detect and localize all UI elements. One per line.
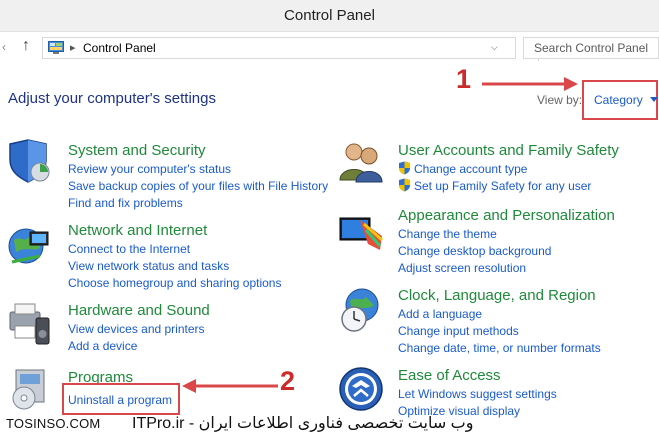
link-date-time-formats[interactable]: Change date, time, or number formats [398,341,601,355]
link-change-theme[interactable]: Change the theme [398,227,497,241]
annotation-number-2: 2 [280,366,296,396]
breadcrumb-separator-icon: ▸ [70,42,76,54]
link-screen-resolution[interactable]: Adjust screen resolution [398,261,526,275]
user-accounts-icon [339,143,383,183]
back-arrow-icon[interactable]: ‹ [2,40,6,54]
address-row: ‹ ↑ ▸ Control Panel ⌵ ↻ [0,33,659,63]
watermark-right: وب سایت تخصصی فناوری اطلاعات ایران - ITP… [132,415,474,432]
link-devices-printers[interactable]: View devices and printers [68,322,205,336]
view-by-label: View by: [537,93,583,107]
page-title: Adjust your computer's settings [8,90,216,107]
link-change-account-type[interactable]: Change account type [414,162,527,176]
up-arrow-icon[interactable]: ↑ [22,37,30,55]
view-by-highlight: Category [582,80,658,120]
annotation-number-1: 1 [456,64,472,94]
category-title-ease-of-access[interactable]: Ease of Access [398,367,501,384]
uac-shield-icon [399,161,410,175]
printer-speaker-icon [9,303,50,345]
link-review-status[interactable]: Review your computer's status [68,162,231,176]
annotation-arrow-2-icon [182,379,278,393]
watermark: TOSINSO.COM وب سایت تخصصی فناوری اطلاعات… [0,412,659,444]
chevron-down-icon[interactable]: ⌵ [491,42,498,53]
link-desktop-background[interactable]: Change desktop background [398,244,551,258]
category-title-user-accounts[interactable]: User Accounts and Family Safety [398,142,619,159]
network-globe-icon [8,228,49,264]
link-find-fix-problems[interactable]: Find and fix problems [68,196,183,210]
link-add-language[interactable]: Add a language [398,307,482,321]
link-homegroup-sharing[interactable]: Choose homegroup and sharing options [68,276,281,290]
address-bar[interactable]: ▸ Control Panel ⌵ ↻ [42,37,555,61]
view-by-dropdown[interactable]: Category [594,93,643,107]
annotation-arrow-1-icon [482,77,578,91]
security-shield-icon [9,139,50,183]
link-add-device[interactable]: Add a device [68,339,137,353]
watermark-left: TOSINSO.COM [6,416,101,431]
link-family-safety[interactable]: Set up Family Safety for any user [414,179,591,193]
category-title-hardware-sound[interactable]: Hardware and Sound [68,302,210,319]
category-title-system-security[interactable]: System and Security [68,142,206,159]
breadcrumb-control-panel[interactable]: Control Panel [83,41,156,55]
link-windows-suggest-settings[interactable]: Let Windows suggest settings [398,387,557,401]
programs-disc-icon [12,369,45,410]
category-title-appearance[interactable]: Appearance and Personalization [398,207,615,224]
uac-shield-icon [399,178,410,192]
search-box[interactable] [523,37,659,59]
category-title-network-internet[interactable]: Network and Internet [68,222,207,239]
search-input[interactable] [524,38,658,58]
link-file-history[interactable]: Save backup copies of your files with Fi… [68,179,328,193]
link-network-status[interactable]: View network status and tasks [68,259,229,273]
caret-down-icon[interactable] [650,97,658,102]
appearance-monitor-icon [339,217,383,250]
clock-globe-icon [341,288,379,332]
title-bar: Control Panel [0,0,659,32]
window-title: Control Panel [284,7,375,24]
control-panel-icon [48,41,64,54]
ease-of-access-icon [339,367,383,411]
uninstall-highlight [62,383,180,415]
link-input-methods[interactable]: Change input methods [398,324,519,338]
link-connect-internet[interactable]: Connect to the Internet [68,242,190,256]
category-title-clock-language[interactable]: Clock, Language, and Region [398,287,596,304]
